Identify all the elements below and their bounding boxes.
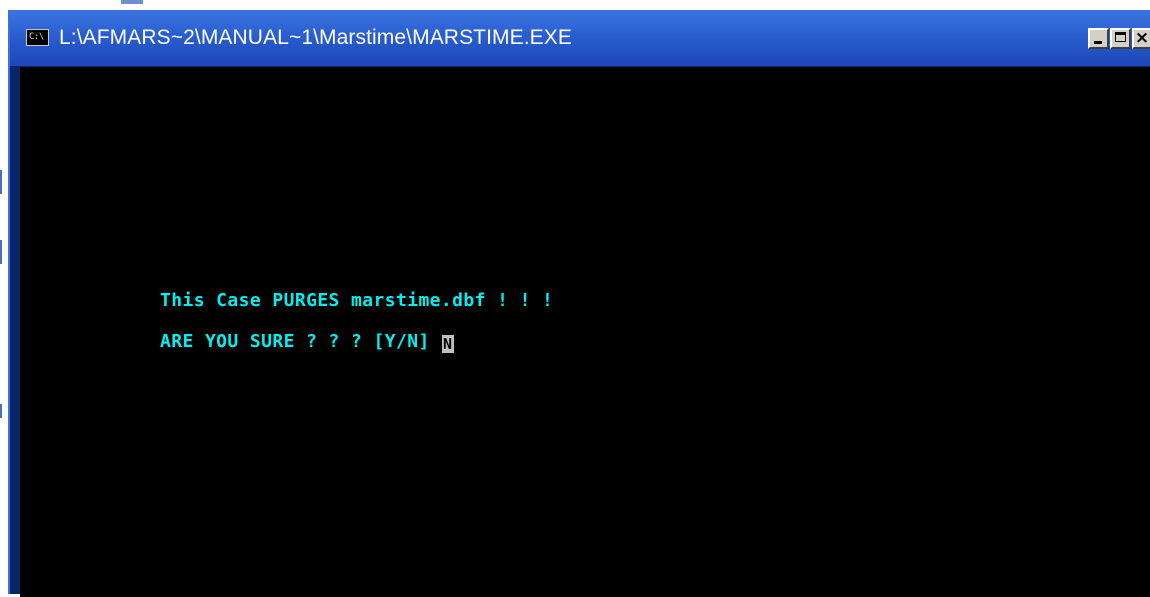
maximize-button[interactable] [1110,28,1131,49]
purge-warning-text: This Case PURGES marstime.dbf ! ! ! [160,290,554,311]
desktop-accent [121,0,143,4]
close-icon: × [1134,28,1150,48]
confirm-prompt-text: ARE YOU SURE ? ? ? [Y/N] [160,331,430,352]
desktop-edge-mark [0,170,2,194]
desktop-edge-mark [0,404,2,418]
console-output[interactable]: This Case PURGES marstime.dbf ! ! ! ARE … [20,67,1150,597]
prompt-input-cursor[interactable]: N [441,335,454,353]
minimize-icon [1094,41,1102,44]
close-button[interactable]: × [1132,28,1150,49]
minimize-button[interactable] [1088,28,1109,49]
confirm-prompt: ARE YOU SURE ? ? ? [Y/N] N [160,331,454,353]
window-title: L:\AFMARS~2\MANUAL~1\Marstime\MARSTIME.E… [59,26,572,49]
console-window: C:\ L:\AFMARS~2\MANUAL~1\Marstime\MARSTI… [8,10,1150,597]
desktop-edge-mark [0,240,2,264]
maximize-icon [1115,32,1126,42]
title-bar[interactable]: C:\ L:\AFMARS~2\MANUAL~1\Marstime\MARSTI… [10,12,1150,66]
console-icon[interactable]: C:\ [26,29,49,46]
